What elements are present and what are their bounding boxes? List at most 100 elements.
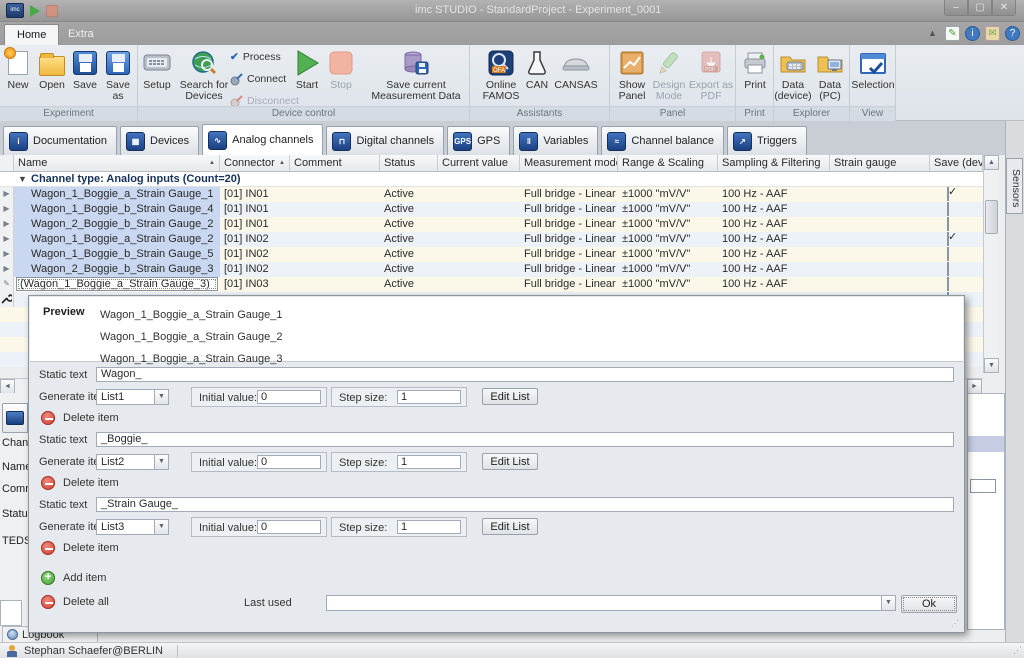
cell-strain-gauge[interactable] <box>830 247 930 262</box>
cell-sampling[interactable]: 100 Hz - AAF <box>718 217 830 232</box>
cell-connector[interactable]: [01] IN01 <box>220 187 290 202</box>
cell-status[interactable]: Active <box>380 247 438 262</box>
grid-column-header[interactable]: Sampling & Filtering <box>718 155 830 171</box>
cell-sampling[interactable]: 100 Hz - AAF <box>718 247 830 262</box>
cell-range-scaling[interactable]: ±1000 "mV/V" <box>618 262 718 277</box>
setup-button[interactable]: Setup <box>140 48 174 91</box>
grid-column-header[interactable]: Current value <box>438 155 520 171</box>
help-icon[interactable]: ? <box>1005 26 1020 41</box>
cell-comment[interactable] <box>290 202 380 217</box>
cell-save-device[interactable] <box>930 217 983 232</box>
static-text-input[interactable]: _Strain Gauge_ <box>96 497 954 512</box>
step-size-input[interactable]: 1 <box>397 390 461 404</box>
edit-list-button[interactable]: Edit List <box>482 388 538 405</box>
delete-item-icon[interactable] <box>41 411 55 425</box>
cell-name[interactable]: Wagon_2_Boggie_b_Strain Gauge_2 <box>14 217 220 232</box>
cell-current-value[interactable] <box>438 187 520 202</box>
step-size-input[interactable]: 1 <box>397 455 461 469</box>
cell-save-device[interactable] <box>930 187 983 202</box>
save-checkbox[interactable] <box>947 232 949 246</box>
can-button[interactable]: CAN <box>522 48 552 91</box>
table-row[interactable]: ▶ Wagon_1_Boggie_b_Strain Gauge_4 [01] I… <box>0 202 983 217</box>
cell-name[interactable]: Wagon_1_Boggie_b_Strain Gauge_4 <box>14 202 220 217</box>
tab-home[interactable]: Home <box>4 24 59 45</box>
collapse-group-icon[interactable]: ▼ <box>18 172 27 186</box>
cell-status[interactable]: Active <box>380 277 438 292</box>
cell-connector[interactable]: [01] IN01 <box>220 202 290 217</box>
list-select[interactable]: List3▼ <box>96 519 169 535</box>
cell-range-scaling[interactable]: ±1000 "mV/V" <box>618 247 718 262</box>
cell-range-scaling[interactable]: ±1000 "mV/V" <box>618 217 718 232</box>
table-row[interactable]: ▶ Wagon_1_Boggie_b_Strain Gauge_5 [01] I… <box>0 247 983 262</box>
print-button[interactable]: Print <box>738 48 772 91</box>
cell-status[interactable]: Active <box>380 202 438 217</box>
grid-column-header[interactable]: Strain gauge <box>830 155 930 171</box>
maximize-button[interactable]: ▢ <box>968 0 992 16</box>
grid-column-header[interactable]: Status <box>380 155 438 171</box>
cell-save-device[interactable] <box>930 202 983 217</box>
list-select[interactable]: List2▼ <box>96 454 169 470</box>
save-measurement-data-button[interactable]: Save current Measurement Data <box>360 48 472 102</box>
initial-value-input[interactable]: 0 <box>257 455 321 469</box>
cell-connector[interactable]: [01] IN02 <box>220 232 290 247</box>
grid-column-header[interactable]: Measurement mode <box>520 155 618 171</box>
cell-measurement-mode[interactable]: Full bridge - Linear <box>520 277 618 292</box>
add-item-icon[interactable] <box>41 571 55 585</box>
table-row[interactable]: ▶ Wagon_2_Boggie_b_Strain Gauge_2 [01] I… <box>0 217 983 232</box>
cell-current-value[interactable] <box>438 232 520 247</box>
initial-value-input[interactable]: 0 <box>257 390 321 404</box>
cell-name[interactable]: Wagon_1_Boggie_b_Strain Gauge_5 <box>14 247 220 262</box>
connect-button[interactable]: Connect <box>230 71 286 87</box>
table-row[interactable]: ▶ Wagon_2_Boggie_b_Strain Gauge_3 [01] I… <box>0 262 983 277</box>
properties-field-box[interactable] <box>970 479 996 493</box>
tab-extra[interactable]: Extra <box>56 24 106 45</box>
save-checkbox[interactable] <box>947 217 949 231</box>
cell-status[interactable]: Active <box>380 217 438 232</box>
cell-comment[interactable] <box>290 277 380 292</box>
cell-connector[interactable]: [01] IN02 <box>220 247 290 262</box>
cell-sampling[interactable]: 100 Hz - AAF <box>718 202 830 217</box>
cell-connector[interactable]: [01] IN03 <box>220 277 290 292</box>
edit-pencil-icon[interactable]: ✎ <box>945 26 960 41</box>
cell-measurement-mode[interactable]: Full bridge - Linear <box>520 202 618 217</box>
document-tab[interactable]: ∿ Analog channels <box>202 124 323 155</box>
delete-item-icon[interactable] <box>41 541 55 555</box>
ok-button[interactable]: Ok <box>901 595 957 613</box>
list-select[interactable]: List1▼ <box>96 389 169 405</box>
edit-list-button[interactable]: Edit List <box>482 453 538 470</box>
step-size-input[interactable]: 1 <box>397 520 461 534</box>
document-tab[interactable]: GPS GPS <box>447 126 510 155</box>
start-button[interactable]: Start <box>290 48 324 91</box>
initial-value-input[interactable]: 0 <box>257 520 321 534</box>
scroll-down-icon[interactable]: ▼ <box>984 358 999 373</box>
document-tab[interactable]: ▦ Devices <box>120 126 199 155</box>
cell-name[interactable]: Wagon_2_Boggie_b_Strain Gauge_3 <box>14 262 220 277</box>
cell-save-device[interactable] <box>930 232 983 247</box>
new-button[interactable]: New <box>2 48 34 91</box>
tab-sensors[interactable]: Sensors <box>1006 158 1023 214</box>
chevron-down-icon[interactable]: ▼ <box>881 596 895 610</box>
cell-comment[interactable] <box>290 232 380 247</box>
minimize-button[interactable]: – <box>944 0 968 16</box>
cell-strain-gauge[interactable] <box>830 187 930 202</box>
stop-quick-icon[interactable] <box>46 5 58 17</box>
selection-button[interactable]: Selection <box>850 48 896 91</box>
save-checkbox[interactable] <box>947 247 949 261</box>
cell-range-scaling[interactable]: ±1000 "mV/V" <box>618 187 718 202</box>
stop-button[interactable]: Stop <box>324 48 358 91</box>
cell-measurement-mode[interactable]: Full bridge - Linear <box>520 217 618 232</box>
cell-current-value[interactable] <box>438 262 520 277</box>
data-device-button[interactable]: Data (device) <box>774 48 812 102</box>
online-famos-button[interactable]: OFA Online FAMOS <box>482 48 520 102</box>
cell-range-scaling[interactable]: ±1000 "mV/V" <box>618 277 718 292</box>
save-checkbox[interactable] <box>947 202 949 216</box>
cell-save-device[interactable] <box>930 277 983 292</box>
static-text-input[interactable]: _Boggie_ <box>96 432 954 447</box>
cell-sampling[interactable]: 100 Hz - AAF <box>718 262 830 277</box>
cell-sampling[interactable]: 100 Hz - AAF <box>718 232 830 247</box>
delete-item-label[interactable]: Delete item <box>63 542 119 554</box>
save-checkbox[interactable] <box>947 277 949 291</box>
cell-range-scaling[interactable]: ±1000 "mV/V" <box>618 232 718 247</box>
chevron-down-icon[interactable]: ▼ <box>154 520 168 534</box>
cell-current-value[interactable] <box>438 202 520 217</box>
